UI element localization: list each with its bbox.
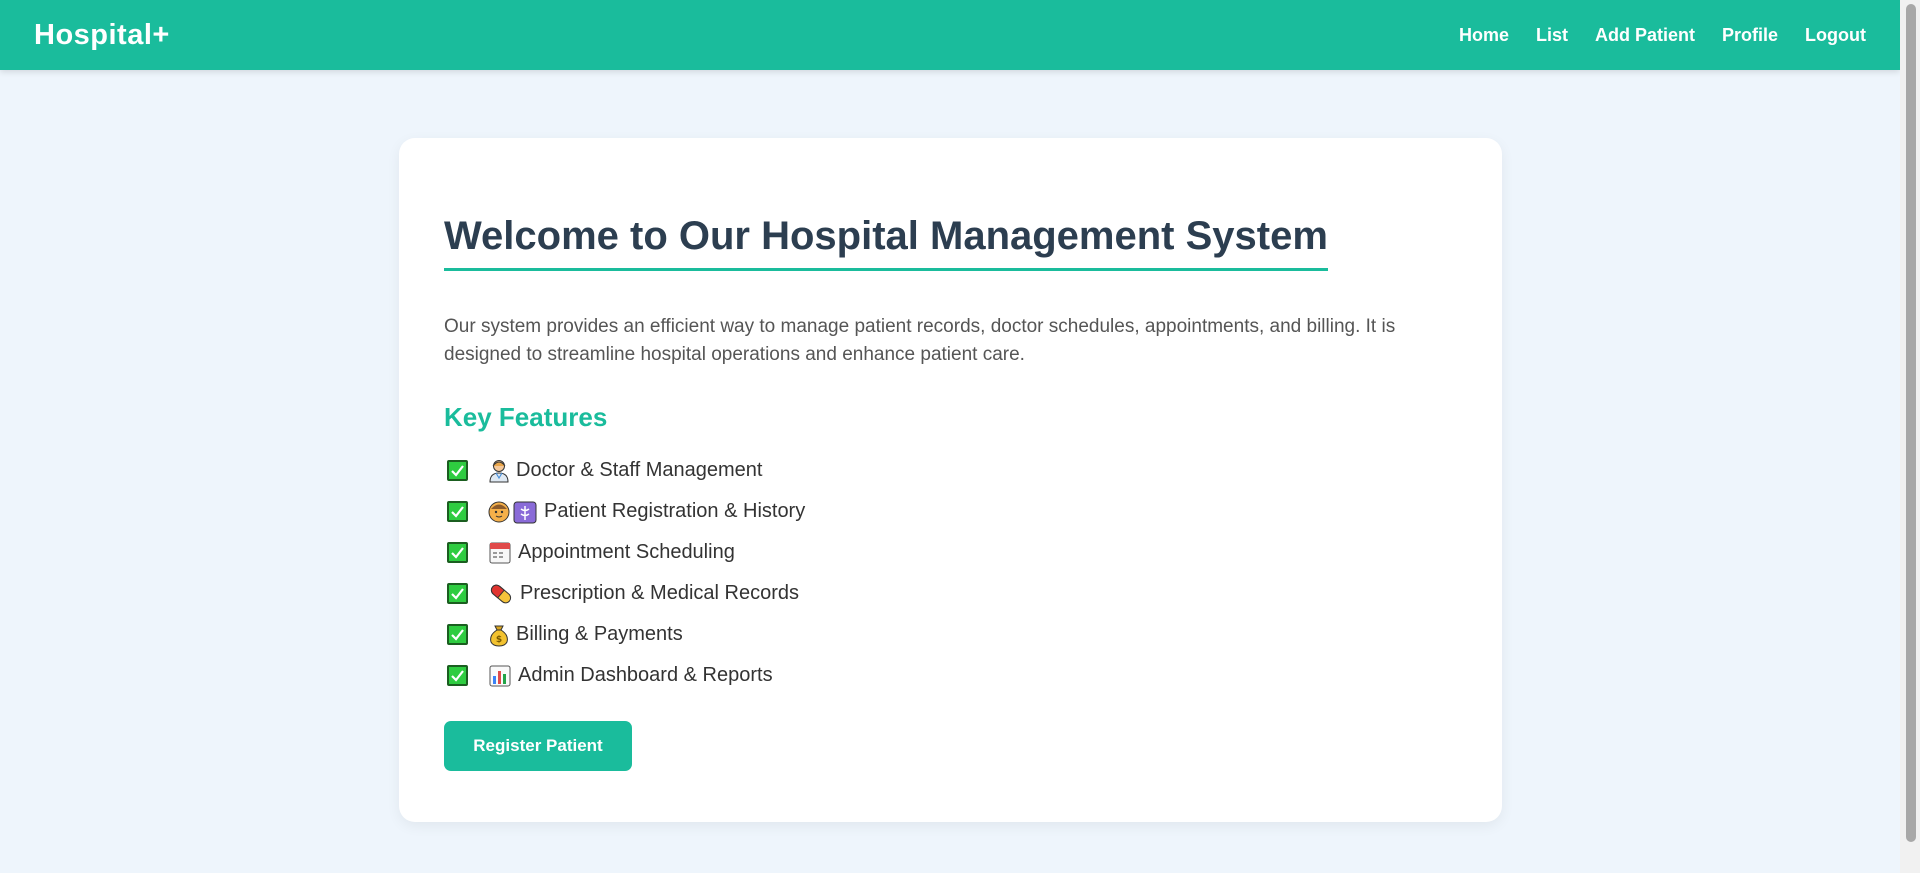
feature-item: Doctor & Staff Management xyxy=(444,450,1457,491)
pill-icon xyxy=(488,582,514,606)
scrollbar-thumb[interactable] xyxy=(1906,4,1916,842)
check-mark-icon xyxy=(447,665,468,686)
top-navbar: Hospital+ Home List Add Patient Profile … xyxy=(0,0,1900,70)
feature-item: Appointment Scheduling xyxy=(444,532,1457,573)
feature-label: Admin Dashboard & Reports xyxy=(518,664,773,686)
feature-label: Doctor & Staff Management xyxy=(516,459,763,481)
feature-item: $ Billing & Payments xyxy=(444,614,1457,655)
doctor-icon xyxy=(488,459,510,483)
features-list: Doctor & Staff Management Patient Regist… xyxy=(444,450,1457,696)
feature-item: Prescription & Medical Records xyxy=(444,573,1457,614)
nav-link-list[interactable]: List xyxy=(1536,25,1568,46)
feature-label: Patient Registration & History xyxy=(544,500,806,522)
nav-link-logout[interactable]: Logout xyxy=(1805,25,1866,46)
feature-item: Patient Registration & History xyxy=(444,491,1457,532)
feature-item: Admin Dashboard & Reports xyxy=(444,655,1457,696)
page-title: Welcome to Our Hospital Management Syste… xyxy=(444,214,1328,258)
brand-logo[interactable]: Hospital+ xyxy=(34,19,170,52)
description-text: Our system provides an efficient way to … xyxy=(444,316,1396,365)
page-title-underline: Welcome to Our Hospital Management Syste… xyxy=(444,214,1328,271)
features-heading: Key Features xyxy=(444,402,608,432)
check-mark-icon xyxy=(447,624,468,645)
welcome-card: Welcome to Our Hospital Management Syste… xyxy=(399,138,1502,822)
nav-link-profile[interactable]: Profile xyxy=(1722,25,1778,46)
register-patient-button[interactable]: Register Patient xyxy=(444,721,632,771)
nav-link-home[interactable]: Home xyxy=(1459,25,1509,46)
calendar-icon xyxy=(488,541,512,565)
check-mark-icon xyxy=(447,542,468,563)
check-mark-icon xyxy=(447,583,468,604)
nav-link-add-patient[interactable]: Add Patient xyxy=(1595,25,1695,46)
nav-links: Home List Add Patient Profile Logout xyxy=(1432,25,1866,46)
feature-label: Billing & Payments xyxy=(516,623,683,645)
check-mark-icon xyxy=(447,460,468,481)
check-mark-icon xyxy=(447,501,468,522)
patient-icon xyxy=(488,500,538,524)
feature-label: Appointment Scheduling xyxy=(518,541,735,563)
svg-text:$: $ xyxy=(496,635,502,645)
feature-label: Prescription & Medical Records xyxy=(520,582,799,604)
bar-chart-icon xyxy=(488,664,512,688)
money-bag-icon: $ xyxy=(488,623,510,647)
